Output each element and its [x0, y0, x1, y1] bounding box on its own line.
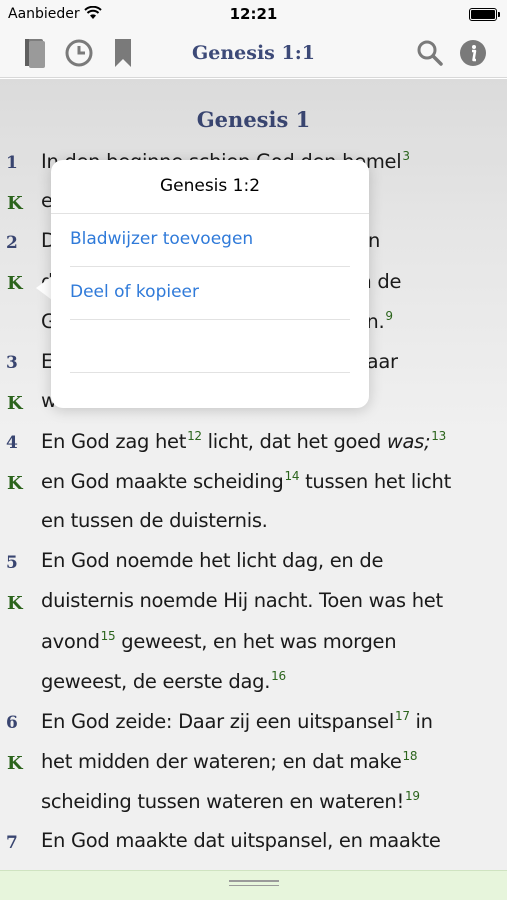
add-bookmark-button[interactable]: Bladwijzer toevoegen: [51, 213, 369, 265]
popup-divider: [70, 372, 350, 373]
battery-icon: [469, 8, 500, 21]
empty-menu-item[interactable]: [70, 319, 350, 371]
search-icon[interactable]: [413, 36, 447, 70]
navigation-bar: Genesis 1:1: [0, 30, 507, 78]
popup-title: Genesis 1:2: [159, 176, 261, 196]
clock-time: 12:21: [229, 5, 278, 23]
bottom-drawer-bar[interactable]: [0, 870, 507, 900]
share-copy-label: Deel of kopieer: [70, 282, 199, 302]
drag-handle-icon[interactable]: [229, 880, 279, 890]
popup-arrow: [36, 276, 52, 300]
share-copy-button[interactable]: Deel of kopieer: [70, 266, 350, 318]
info-icon[interactable]: [456, 36, 490, 70]
add-bookmark-label: Bladwijzer toevoegen: [70, 229, 254, 249]
verse-action-popup: Genesis 1:2 Bladwijzer toevoegen Deel of…: [51, 160, 369, 408]
status-bar: Aanbieder 12:21: [0, 0, 507, 30]
